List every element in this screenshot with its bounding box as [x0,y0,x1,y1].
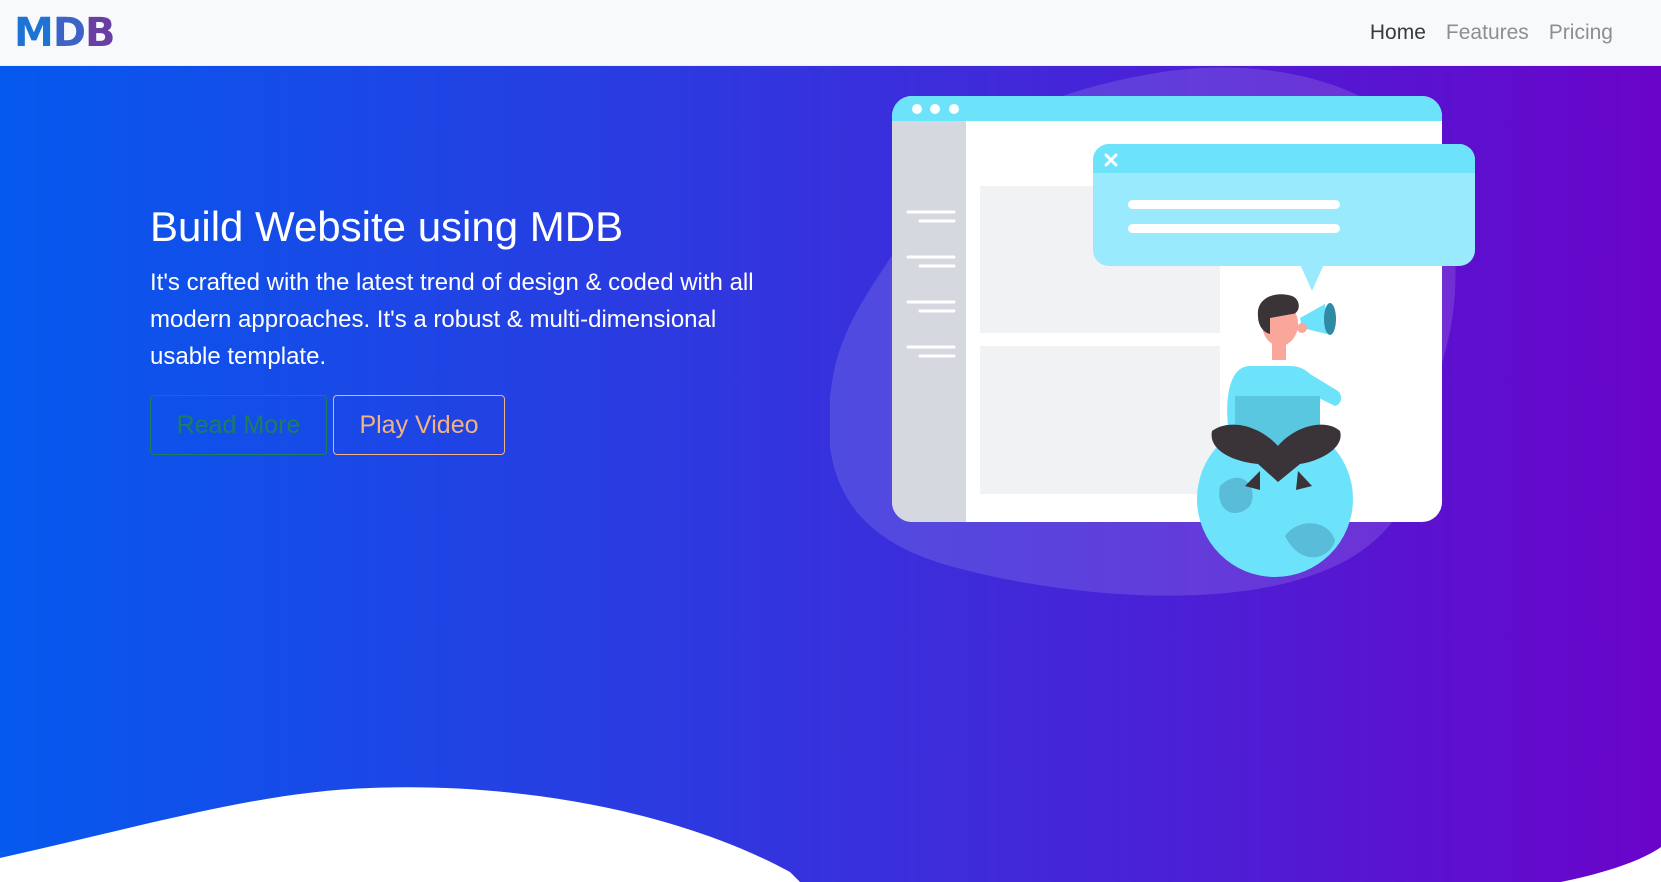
hero-section: Build Website using MDB It's crafted wit… [0,66,1661,882]
hero-buttons: Read More Play Video [150,395,505,455]
nav-home-link[interactable]: Home [1360,21,1436,45]
hero-subtitle: It's crafted with the latest trend of de… [150,269,754,370]
nav-features-link[interactable]: Features [1436,21,1539,45]
navbar: MDB Home Features Pricing [0,0,1661,66]
play-video-button[interactable]: Play Video [333,395,505,455]
hero-title: Build Website using MDB [150,203,624,250]
brand-logo[interactable]: MDB [14,11,115,55]
bottom-wave [0,787,1661,882]
logo-letter-m: M [14,9,54,56]
logo-letter-d: D [52,9,86,56]
read-more-button[interactable]: Read More [150,395,327,455]
nav-pricing-link[interactable]: Pricing [1539,21,1623,45]
hero-illustration [830,67,1475,596]
hero-text: Build Website using MDB It's crafted wit… [150,202,790,375]
logo-letter-b: B [85,9,115,56]
nav-links: Home Features Pricing [1360,21,1623,45]
